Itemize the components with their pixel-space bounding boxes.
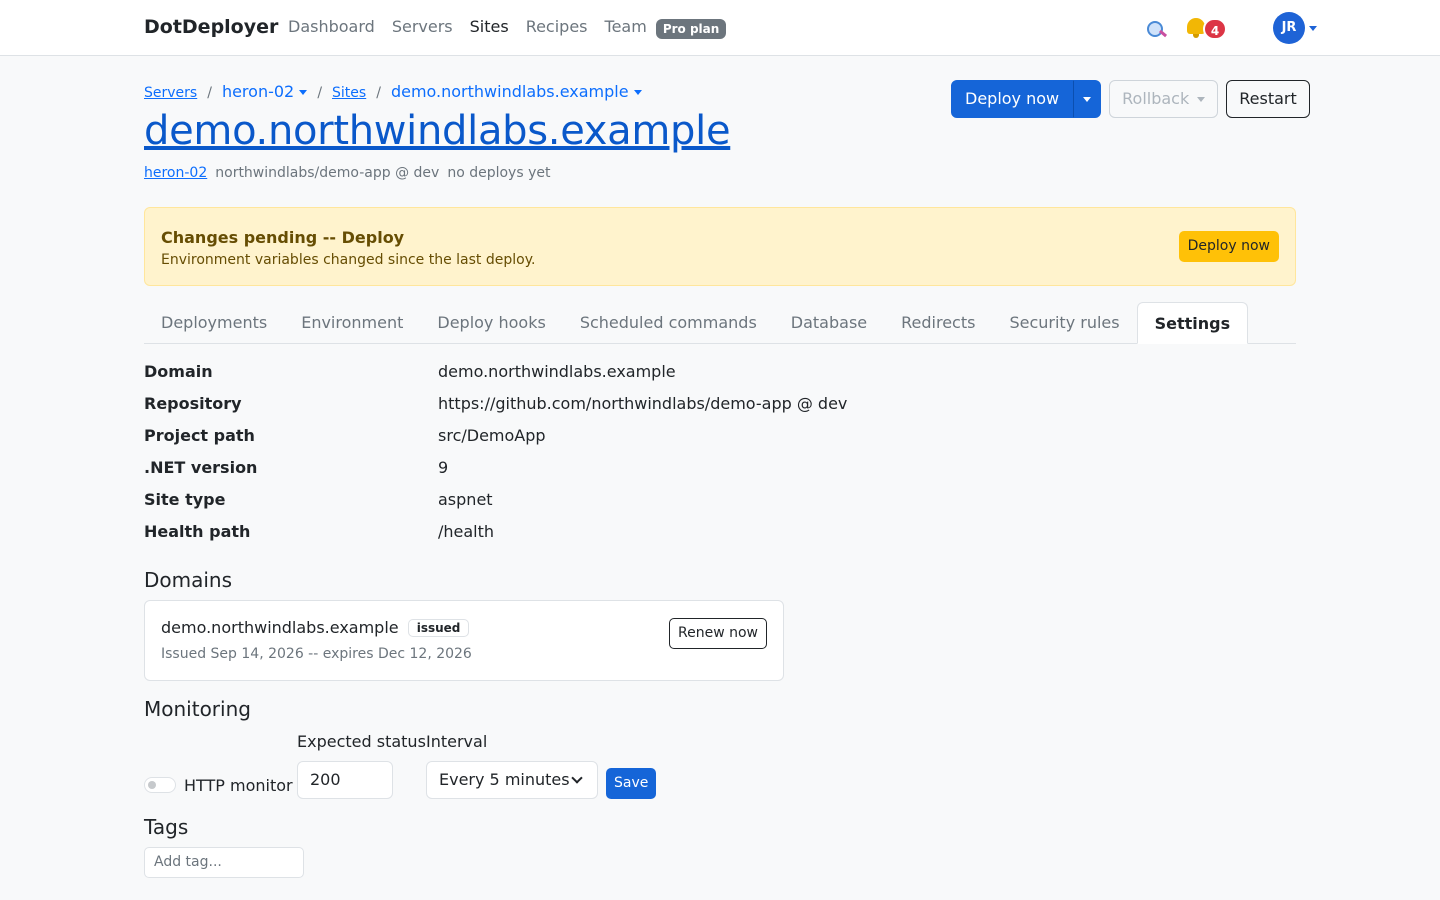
breadcrumb-server-label: heron-02 xyxy=(221,82,295,101)
breadcrumb-separator: / xyxy=(317,85,323,101)
chevron-down-icon xyxy=(1083,96,1092,102)
chevron-down-icon xyxy=(633,90,642,95)
domain-card: demo.northwindlabs.example issued Issued… xyxy=(144,600,784,681)
detail-row-domain: Domain demo.northwindlabs.example xyxy=(144,362,847,394)
server-link[interactable]: heron-02 xyxy=(144,165,207,181)
detail-value: https://github.com/northwindlabs/demo-ap… xyxy=(438,394,848,413)
detail-key: Site type xyxy=(144,490,226,509)
alert-title: Changes pending -- Deploy xyxy=(161,228,405,247)
brand-logo[interactable]: DotDeployer xyxy=(144,16,278,38)
detail-key: Health path xyxy=(144,522,251,541)
top-navbar: DotDeployer Dashboard Servers Sites Reci… xyxy=(0,0,1440,56)
tags-heading: Tags xyxy=(144,815,189,839)
domain-name: demo.northwindlabs.example xyxy=(161,618,399,637)
site-actions: Deploy now Rollback Restart xyxy=(951,80,1310,118)
detail-value: demo.northwindlabs.example xyxy=(438,362,676,381)
search-icon[interactable] xyxy=(1145,19,1167,41)
detail-key: Project path xyxy=(144,426,255,445)
detail-value: /health xyxy=(438,522,495,541)
site-details: Domain demo.northwindlabs.example Reposi… xyxy=(144,362,847,554)
breadcrumb-site-dropdown[interactable]: demo.northwindlabs.example xyxy=(391,82,642,101)
domain-name-row: demo.northwindlabs.example issued xyxy=(161,618,470,637)
chevron-down-icon xyxy=(1197,96,1206,102)
site-subline: heron-02 northwindlabs/demo-app @ dev no… xyxy=(144,165,550,181)
detail-row-repository: Repository https://github.com/northwindl… xyxy=(144,394,847,426)
tab-environment[interactable]: Environment xyxy=(284,302,420,343)
notifications-button[interactable]: 4 xyxy=(1187,12,1235,44)
tab-settings[interactable]: Settings xyxy=(1136,302,1249,344)
detail-key: Repository xyxy=(144,394,242,413)
breadcrumb-separator: / xyxy=(207,85,212,101)
renew-now-button[interactable]: Renew now xyxy=(669,618,767,649)
chevron-down-icon[interactable] xyxy=(1309,25,1317,31)
detail-value: src/DemoApp xyxy=(438,426,546,445)
http-monitor-toggle[interactable] xyxy=(144,777,176,793)
nav-dashboard[interactable]: Dashboard xyxy=(288,17,375,37)
pending-changes-alert: Changes pending -- Deploy Environment va… xyxy=(144,207,1296,286)
monitoring-heading: Monitoring xyxy=(144,697,251,721)
detail-row-project-path: Project path src/DemoApp xyxy=(144,426,847,458)
http-monitor-label: HTTP monitor xyxy=(184,776,293,795)
detail-value: 9 xyxy=(438,458,449,477)
user-avatar[interactable]: JR xyxy=(1273,12,1305,44)
breadcrumb-servers[interactable]: Servers xyxy=(144,85,197,101)
certificate-status-badge: issued xyxy=(407,619,470,637)
deploy-split-button: Deploy now xyxy=(951,80,1102,118)
breadcrumb-server-dropdown[interactable]: heron-02 xyxy=(221,82,308,101)
deploy-now-button[interactable]: Deploy now xyxy=(951,80,1074,118)
notification-count-badge: 4 xyxy=(1203,18,1227,40)
alert-deploy-button[interactable]: Deploy now xyxy=(1178,231,1279,262)
expected-status-input[interactable]: 200 xyxy=(297,761,393,799)
tab-deploy-hooks[interactable]: Deploy hooks xyxy=(420,302,562,343)
nav-servers[interactable]: Servers xyxy=(392,17,453,37)
nav-team[interactable]: Team xyxy=(605,17,647,37)
tab-database[interactable]: Database xyxy=(774,302,884,343)
rollback-label: Rollback xyxy=(1122,89,1190,108)
restart-button[interactable]: Restart xyxy=(1226,80,1310,118)
navbar-right: 4 JR xyxy=(1145,12,1317,44)
tab-deployments[interactable]: Deployments xyxy=(144,302,284,343)
breadcrumb: Servers / heron-02 / Sites / demo.northw… xyxy=(144,82,642,101)
main-nav: Dashboard Servers Sites Recipes Team Pro… xyxy=(288,17,727,39)
detail-row-site-type: Site type aspnet xyxy=(144,490,847,522)
plan-badge: Pro plan xyxy=(655,19,727,39)
chevron-down-icon xyxy=(571,772,583,784)
tab-scheduled-commands[interactable]: Scheduled commands xyxy=(563,302,774,343)
detail-value: aspnet xyxy=(438,490,493,509)
detail-key: Domain xyxy=(144,362,213,381)
certificate-dates: Issued Sep 14, 2026 -- expires Dec 12, 2… xyxy=(161,646,472,662)
save-monitoring-button[interactable]: Save xyxy=(606,768,657,799)
detail-row-health-path: Health path /health xyxy=(144,522,847,554)
repo-ref: northwindlabs/demo-app @ dev xyxy=(215,165,440,181)
detail-row-dotnet-version: .NET version 9 xyxy=(144,458,847,490)
tab-security-rules[interactable]: Security rules xyxy=(992,302,1136,343)
deploy-options-toggle[interactable] xyxy=(1073,80,1102,118)
interval-selected-value: Every 5 minutes xyxy=(439,770,570,789)
nav-sites[interactable]: Sites xyxy=(470,17,509,37)
deploy-status: no deploys yet xyxy=(447,165,551,181)
expected-status-label: Expected status xyxy=(297,732,426,751)
add-tag-input[interactable]: Add tag... xyxy=(144,847,304,878)
chevron-down-icon xyxy=(299,90,308,95)
breadcrumb-separator: / xyxy=(376,85,381,101)
interval-select[interactable]: Every 5 minutes xyxy=(426,761,598,799)
interval-label: Interval xyxy=(426,732,488,751)
tab-redirects[interactable]: Redirects xyxy=(884,302,992,343)
rollback-button[interactable]: Rollback xyxy=(1109,80,1219,118)
alert-text: Environment variables changed since the … xyxy=(161,252,536,268)
domains-heading: Domains xyxy=(144,568,233,592)
detail-key: .NET version xyxy=(144,458,258,477)
breadcrumb-site-label: demo.northwindlabs.example xyxy=(390,82,629,101)
page-title[interactable]: demo.northwindlabs.example xyxy=(144,108,731,154)
site-tabs: Deployments Environment Deploy hooks Sch… xyxy=(144,302,1296,344)
nav-recipes[interactable]: Recipes xyxy=(526,17,588,37)
breadcrumb-sites[interactable]: Sites xyxy=(332,85,366,101)
